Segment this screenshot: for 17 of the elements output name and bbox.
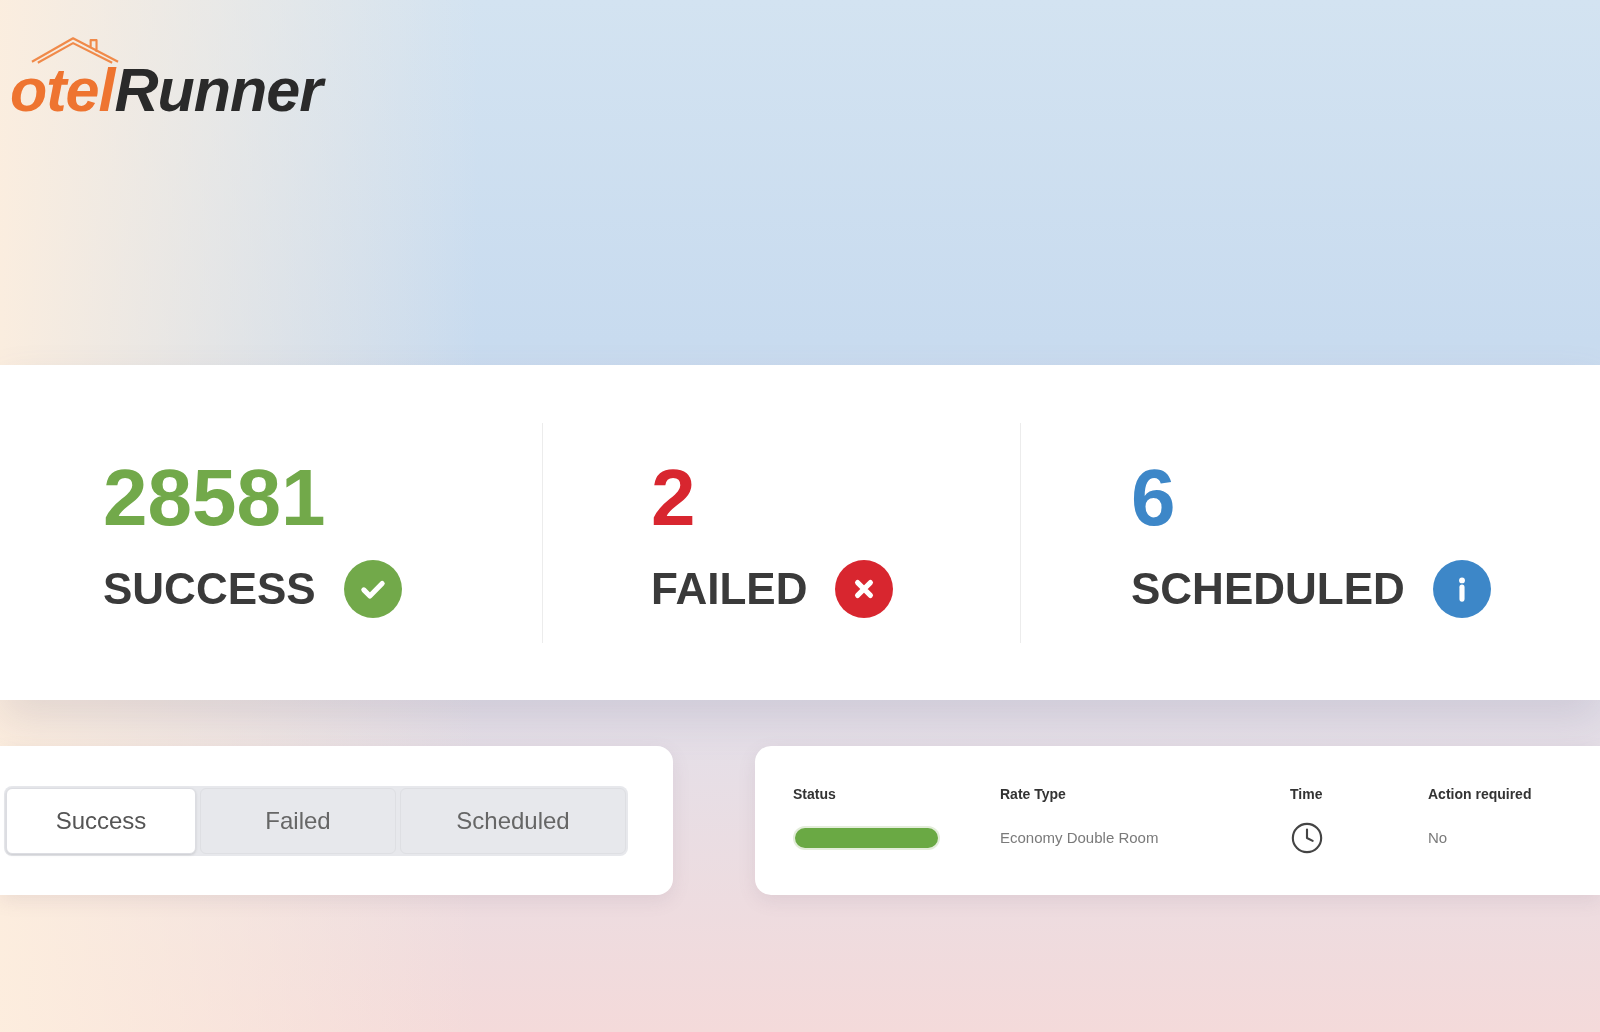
stat-number: 6 [1131, 457, 1176, 538]
filter-tab[interactable]: Scheduled [400, 787, 626, 854]
filter-tab[interactable]: Success [6, 787, 196, 854]
column-header: Time [1290, 785, 1324, 804]
column-header: Status [793, 785, 837, 804]
stat-number: 28581 [103, 457, 326, 538]
stat-label: SCHEDULED [1131, 566, 1405, 611]
table-cell-text: Economy Double Room [1000, 827, 1160, 848]
filter-tab[interactable]: Failed [200, 787, 396, 854]
column-header: Rate Type [1000, 785, 1067, 804]
clock-icon [1290, 821, 1324, 855]
stat-label: FAILED [651, 566, 808, 611]
table-cell-text: No [1428, 827, 1449, 848]
roof-icon [30, 34, 120, 64]
stat-number: 2 [651, 457, 696, 538]
stat-label: SUCCESS [103, 566, 316, 611]
column-header: Action required [1428, 785, 1533, 804]
